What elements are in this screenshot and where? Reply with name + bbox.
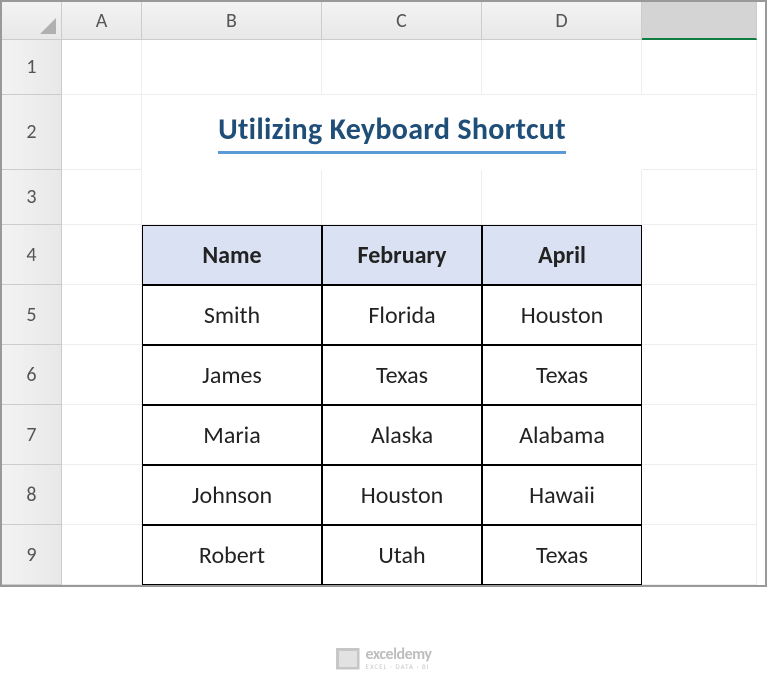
col-header-e[interactable] [642,2,757,40]
col-header-a[interactable]: A [62,2,142,40]
row-header-4[interactable]: 4 [2,225,62,285]
table-row[interactable]: Hawaii [482,465,642,525]
table-row[interactable]: Johnson [142,465,322,525]
cell-a5[interactable] [62,285,142,345]
spreadsheet-grid: A B C D 1 2 Utilizing Keyboard Shortcut … [0,0,767,587]
table-row[interactable]: Maria [142,405,322,465]
title-cell[interactable]: Utilizing Keyboard Shortcut [142,95,642,170]
watermark: exceldemy EXCEL · DATA · BI [336,647,432,670]
table-row[interactable]: Houston [322,465,482,525]
watermark-text: exceldemy EXCEL · DATA · BI [366,647,432,670]
table-row[interactable]: Utah [322,525,482,585]
table-row[interactable]: James [142,345,322,405]
table-row[interactable]: Texas [482,345,642,405]
cell-c3[interactable] [322,170,482,225]
col-header-d[interactable]: D [482,2,642,40]
cell-d1[interactable] [482,40,642,95]
table-header-april[interactable]: April [482,225,642,285]
row-header-7[interactable]: 7 [2,405,62,465]
cell-b3[interactable] [142,170,322,225]
cell-d3[interactable] [482,170,642,225]
cell-e8[interactable] [642,465,757,525]
col-header-b[interactable]: B [142,2,322,40]
row-header-3[interactable]: 3 [2,170,62,225]
table-row[interactable]: Texas [482,525,642,585]
table-row[interactable]: Robert [142,525,322,585]
cell-a4[interactable] [62,225,142,285]
watermark-main: exceldemy [366,647,432,663]
cell-e5[interactable] [642,285,757,345]
table-row[interactable]: Alabama [482,405,642,465]
cell-a7[interactable] [62,405,142,465]
cell-a1[interactable] [62,40,142,95]
row-header-9[interactable]: 9 [2,525,62,585]
row-header-8[interactable]: 8 [2,465,62,525]
cell-a6[interactable] [62,345,142,405]
cell-e9[interactable] [642,525,757,585]
row-header-2[interactable]: 2 [2,95,62,170]
cell-a8[interactable] [62,465,142,525]
cell-b1[interactable] [142,40,322,95]
row-header-1[interactable]: 1 [2,40,62,95]
table-row[interactable]: Smith [142,285,322,345]
watermark-icon [336,648,360,670]
table-row[interactable]: Houston [482,285,642,345]
row-header-6[interactable]: 6 [2,345,62,405]
watermark-sub: EXCEL · DATA · BI [366,663,432,670]
cell-e3[interactable] [642,170,757,225]
cell-a9[interactable] [62,525,142,585]
table-row[interactable]: Alaska [322,405,482,465]
page-title: Utilizing Keyboard Shortcut [218,111,566,154]
table-header-name[interactable]: Name [142,225,322,285]
cell-e7[interactable] [642,405,757,465]
cell-e2[interactable] [642,95,757,170]
select-all-corner[interactable] [2,2,62,40]
table-row[interactable]: Texas [322,345,482,405]
table-row[interactable]: Florida [322,285,482,345]
cell-a3[interactable] [62,170,142,225]
cell-e6[interactable] [642,345,757,405]
col-header-c[interactable]: C [322,2,482,40]
cell-e4[interactable] [642,225,757,285]
row-header-5[interactable]: 5 [2,285,62,345]
cell-c1[interactable] [322,40,482,95]
table-header-february[interactable]: February [322,225,482,285]
cell-e1[interactable] [642,40,757,95]
cell-a2[interactable] [62,95,142,170]
